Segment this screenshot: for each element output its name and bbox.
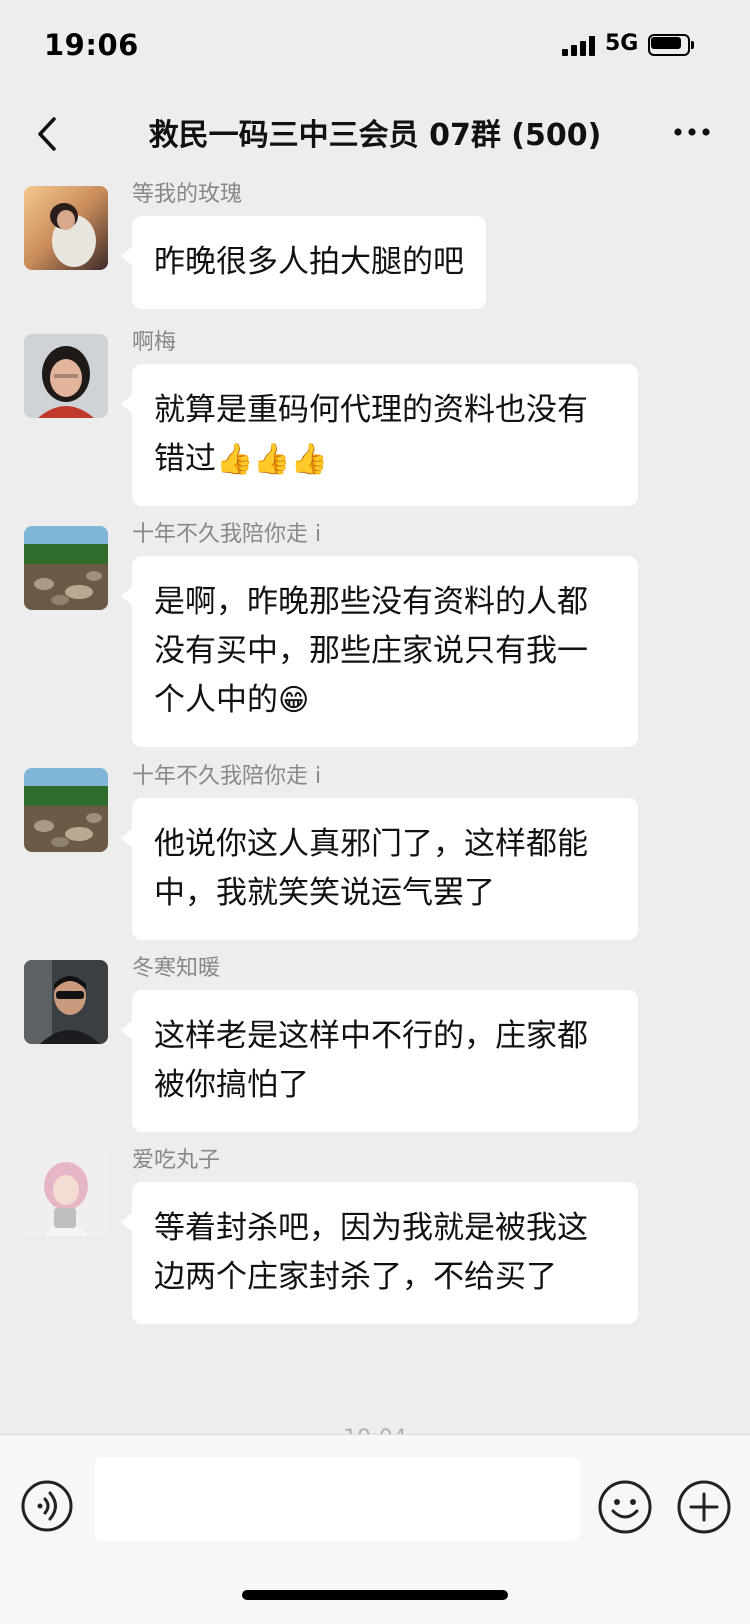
status-time: 19:06 xyxy=(44,28,139,62)
avatar[interactable] xyxy=(24,334,108,418)
grin-emoji: 😁 xyxy=(278,683,310,718)
chat-message-list[interactable]: 等我的玫瑰 昨晚很多人拍大腿的吧 啊梅 就算是重码何代理的资料也没有错过👍👍👍 xyxy=(0,176,750,1434)
network-type: 5G xyxy=(605,31,639,56)
home-indicator xyxy=(242,1590,508,1600)
message-bubble[interactable]: 他说你这人真邪门了，这样都能中，我就笑笑说运气罢了 xyxy=(121,798,638,940)
message-text: 是啊，昨晚那些没有资料的人都没有买中，那些庄家说只有我一个人中的 xyxy=(154,584,588,718)
message-input[interactable] xyxy=(94,1457,580,1541)
message-bubble[interactable]: 等着封杀吧，因为我就是被我这边两个庄家封杀了，不给买了 xyxy=(121,1182,638,1324)
ellipsis-icon[interactable] xyxy=(670,120,714,144)
avatar[interactable] xyxy=(24,960,108,1044)
message-text: 这样老是这样中不行的，庄家都被你搞怕了 xyxy=(154,1018,588,1103)
thumbs-up-emoji: 👍👍👍 xyxy=(216,442,329,477)
avatar[interactable] xyxy=(24,1152,108,1236)
chat-header: 救民一码三中三会员 07群 (500) xyxy=(0,90,750,176)
status-bar: 19:06 5G xyxy=(0,0,750,90)
avatar[interactable] xyxy=(24,186,108,270)
sender-name: 爱吃丸子 xyxy=(132,1148,221,1173)
message-bubble[interactable]: 这样老是这样中不行的，庄家都被你搞怕了 xyxy=(121,990,638,1132)
avatar[interactable] xyxy=(24,526,108,610)
plus-icon[interactable] xyxy=(676,1479,732,1535)
message-text: 等着封杀吧，因为我就是被我这边两个庄家封杀了，不给买了 xyxy=(154,1210,588,1295)
voice-icon[interactable] xyxy=(20,1479,74,1533)
sender-name: 等我的玫瑰 xyxy=(132,182,243,207)
time-divider: 19:04 xyxy=(0,1426,750,1434)
message-bubble[interactable]: 昨晚很多人拍大腿的吧 xyxy=(121,216,486,309)
message-bubble[interactable]: 是啊，昨晚那些没有资料的人都没有买中，那些庄家说只有我一个人中的😁 xyxy=(121,556,638,747)
battery-icon xyxy=(648,34,694,56)
sender-name: 十年不久我陪你走 i xyxy=(132,522,322,547)
message-text: 他说你这人真邪门了，这样都能中，我就笑笑说运气罢了 xyxy=(154,826,588,911)
avatar[interactable] xyxy=(24,768,108,852)
chat-title: 救民一码三中三会员 07群 (500) xyxy=(148,118,602,153)
smiley-icon[interactable] xyxy=(597,1479,653,1535)
sender-name: 冬寒知暖 xyxy=(132,956,221,981)
chevron-left-icon[interactable] xyxy=(32,114,68,154)
sender-name: 啊梅 xyxy=(132,330,177,355)
message-text: 昨晚很多人拍大腿的吧 xyxy=(154,244,464,280)
signal-icon xyxy=(562,36,598,56)
sender-name: 十年不久我陪你走 i xyxy=(132,764,322,789)
message-bubble[interactable]: 就算是重码何代理的资料也没有错过👍👍👍 xyxy=(121,364,638,506)
